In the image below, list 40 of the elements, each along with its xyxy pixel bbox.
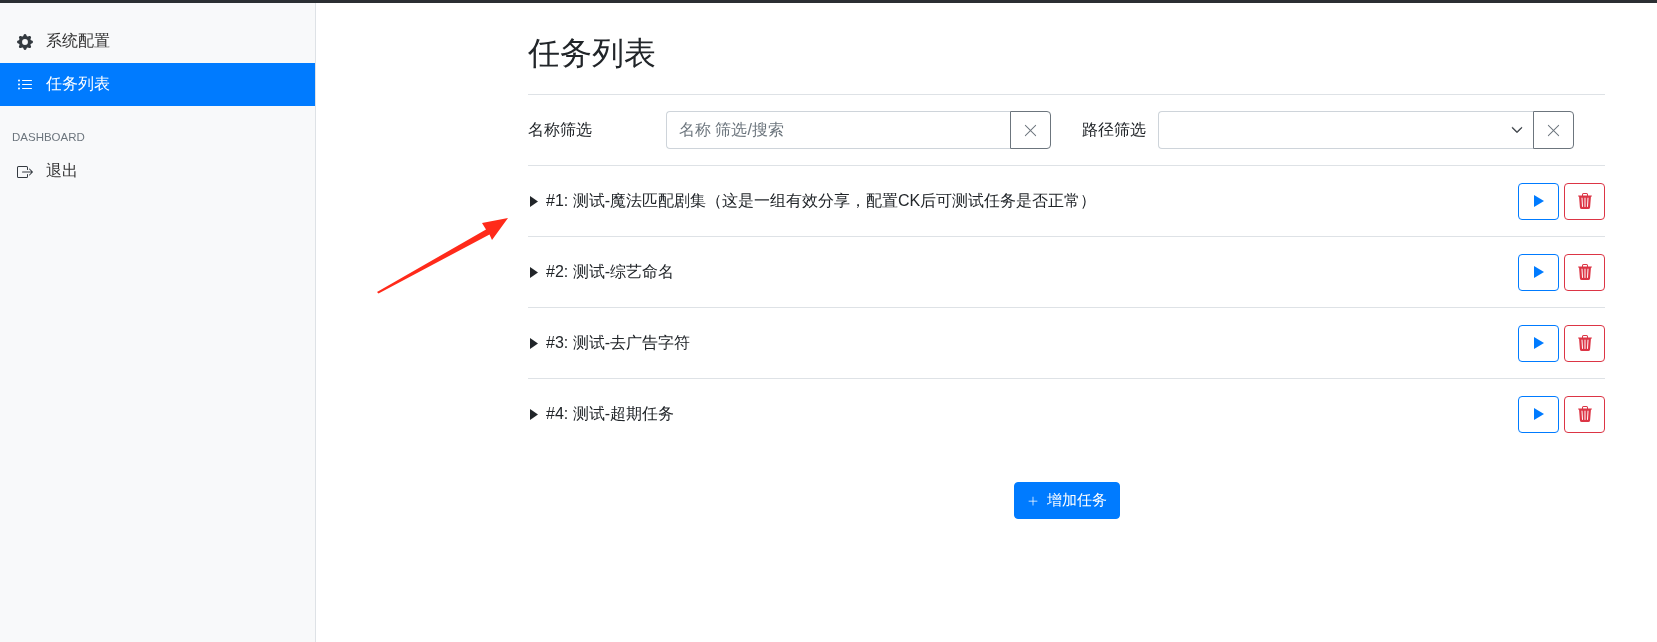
task-name: #1: 测试-魔法匹配剧集（这是一组有效分享，配置CK后可测试任务是否正常） [546, 190, 1097, 211]
delete-button[interactable] [1564, 324, 1605, 362]
close-icon [1023, 122, 1038, 138]
play-icon [1533, 337, 1544, 349]
section-heading: DASHBOARD [11, 130, 86, 145]
trash-icon [1576, 335, 1593, 351]
task-summary[interactable]: #3: 测试-去广告字符 [528, 332, 1513, 354]
delete-button[interactable] [1564, 182, 1605, 220]
task-name: #2: 测试-综艺命名 [546, 261, 674, 282]
task-name: #4: 测试-超期任务 [546, 403, 674, 424]
run-button[interactable] [1518, 253, 1559, 291]
exit-icon [17, 163, 33, 180]
play-icon [1533, 266, 1544, 278]
run-button[interactable] [1518, 182, 1559, 220]
trash-icon [1576, 193, 1593, 209]
run-button[interactable] [1518, 395, 1559, 433]
add-task-button[interactable]: 增加任务 [1013, 482, 1120, 519]
task-summary[interactable]: #1: 测试-魔法匹配剧集（这是一组有效分享，配置CK后可测试任务是否正常） [528, 190, 1513, 212]
sidebar-item[interactable]: 系统配置 [0, 20, 315, 63]
sidebar-item[interactable]: 任务列表 [0, 63, 315, 106]
delete-button[interactable] [1564, 395, 1605, 433]
play-icon [1533, 195, 1544, 207]
trash-icon [1576, 406, 1593, 422]
task-summary[interactable]: #2: 测试-综艺命名 [528, 261, 1513, 283]
chevron-down-icon [1511, 124, 1523, 136]
page-title: 任务列表 [528, 34, 656, 72]
gear-icon [17, 33, 33, 50]
task-summary[interactable]: #4: 测试-超期任务 [528, 403, 1513, 425]
name-filter-input[interactable]: 名称 筛选/搜索 [666, 111, 1010, 149]
clear-button[interactable] [1010, 111, 1051, 149]
run-button[interactable] [1518, 324, 1559, 362]
close-icon [1546, 122, 1561, 138]
clear-button[interactable] [1533, 111, 1574, 149]
filter-label: 名称筛选 [528, 119, 592, 140]
delete-button[interactable] [1564, 253, 1605, 291]
task-name: #3: 测试-去广告字符 [546, 332, 690, 353]
play-icon [1533, 408, 1544, 420]
trash-icon [1576, 264, 1593, 280]
filter-label: 路径筛选 [1082, 119, 1146, 140]
sidebar-item[interactable]: 退出 [0, 150, 315, 193]
